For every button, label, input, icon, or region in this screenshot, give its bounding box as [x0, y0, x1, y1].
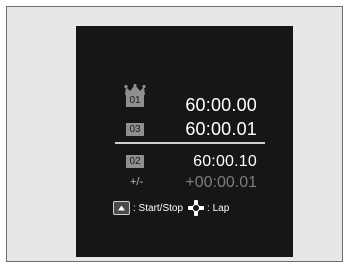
- divider: [115, 142, 265, 144]
- four-way-selector-icon: [188, 200, 205, 216]
- lap-label: : Lap: [207, 202, 230, 214]
- control-legend: : Start/Stop : Lap: [113, 199, 273, 217]
- previous-lap-number: 02: [126, 155, 144, 168]
- best-lap-badge: 01: [124, 84, 146, 110]
- figure-frame: 01 60:00.00 03 60:00.01 02 60:00.10 +/- …: [6, 6, 343, 262]
- best-lap-time: 60:00.00: [185, 95, 257, 115]
- start-stop-label: : Start/Stop: [133, 202, 184, 214]
- stopwatch-screen: 01 60:00.00 03 60:00.01 02 60:00.10 +/- …: [76, 26, 293, 257]
- menu-button-icon: [113, 201, 130, 215]
- previous-lap-time: 60:00.10: [193, 153, 257, 170]
- current-lap-number: 03: [126, 123, 144, 136]
- current-lap-time: 60:00.01: [185, 119, 257, 139]
- difference-value: +00:00.01: [185, 174, 257, 191]
- difference-label: +/-: [130, 176, 144, 188]
- best-lap-number: 01: [126, 95, 144, 107]
